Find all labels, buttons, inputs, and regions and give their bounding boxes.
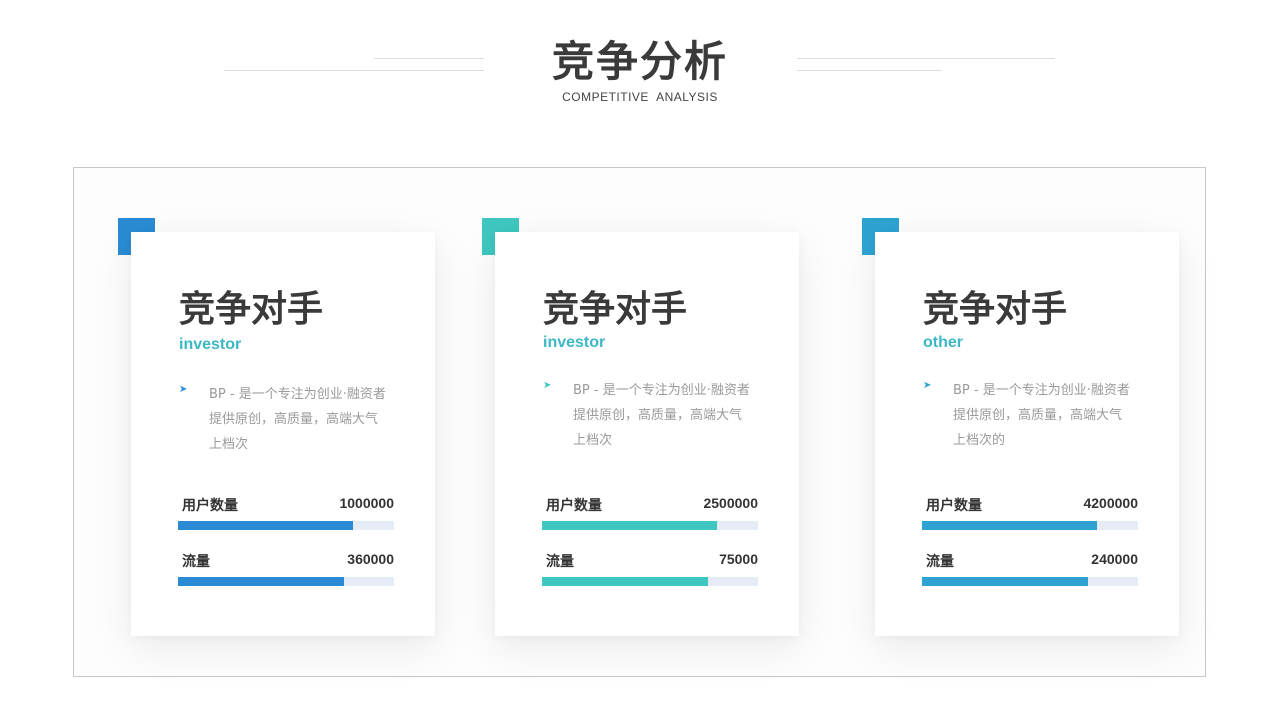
stat-label: 用户数量 (182, 498, 238, 514)
stat-label: 用户数量 (926, 498, 982, 514)
competitor-card-3: 竞争对手 other ➤ BP - 是一个专注为创业·融资者提供原创，高质量，高… (862, 218, 1180, 638)
description-text: BP - 是一个专注为创业·融资者提供原创，高质量，高端大气上档次的 (953, 383, 1130, 448)
progress-track (178, 521, 394, 530)
card-title: 竞争对手 (923, 289, 1068, 330)
stat-value: 360000 (347, 551, 394, 567)
arrow-bullet-icon: ➤ (923, 380, 932, 391)
progress-fill (542, 521, 717, 530)
stat-value: 240000 (1091, 551, 1138, 567)
progress-fill (178, 577, 345, 586)
stat-value: 75000 (719, 551, 758, 567)
competitor-card-1: 竞争对手 investor ➤ BP - 是一个专注为创业·融资者提供原创，高质… (118, 218, 436, 638)
progress-track (542, 577, 758, 586)
stat-value: 1000000 (339, 495, 394, 511)
stat-label: 流量 (182, 554, 210, 570)
competitor-card-2: 竞争对手 investor ➤ BP - 是一个专注为创业·融资者提供原创，高质… (482, 218, 800, 638)
card-title: 竞争对手 (179, 289, 324, 330)
progress-fill (922, 577, 1089, 586)
card-body: 竞争对手 investor ➤ BP - 是一个专注为创业·融资者提供原创，高质… (131, 232, 435, 636)
card-subtitle: investor (179, 336, 242, 353)
slide-header: 竞争分析 COMPETITIVE ANALYSIS (0, 0, 1280, 120)
progress-track (542, 521, 758, 530)
progress-fill (542, 577, 709, 586)
stat-value: 2500000 (703, 495, 758, 511)
arrow-bullet-icon: ➤ (179, 384, 188, 395)
progress-track (922, 521, 1138, 530)
description-text: BP - 是一个专注为创业·融资者提供原创，高质量，高端大气上档次 (573, 383, 750, 448)
progress-track (178, 577, 394, 586)
page-title: 竞争分析 (551, 37, 728, 86)
stat-value: 4200000 (1083, 495, 1138, 511)
stat-label: 用户数量 (546, 498, 602, 514)
progress-track (922, 577, 1138, 586)
stat-label: 流量 (926, 554, 954, 570)
arrow-bullet-icon: ➤ (543, 380, 552, 391)
stat-label: 流量 (546, 554, 574, 570)
card-subtitle: other (923, 334, 963, 351)
card-subtitle: investor (543, 334, 606, 351)
page-subtitle: COMPETITIVE ANALYSIS (562, 90, 718, 104)
progress-fill (922, 521, 1097, 530)
card-body: 竞争对手 other ➤ BP - 是一个专注为创业·融资者提供原创，高质量，高… (875, 232, 1179, 636)
description-text: BP - 是一个专注为创业·融资者提供原创，高质量，高端大气上档次 (209, 387, 386, 452)
card-body: 竞争对手 investor ➤ BP - 是一个专注为创业·融资者提供原创，高质… (495, 232, 799, 636)
progress-fill (178, 521, 353, 530)
card-title: 竞争对手 (543, 289, 688, 330)
